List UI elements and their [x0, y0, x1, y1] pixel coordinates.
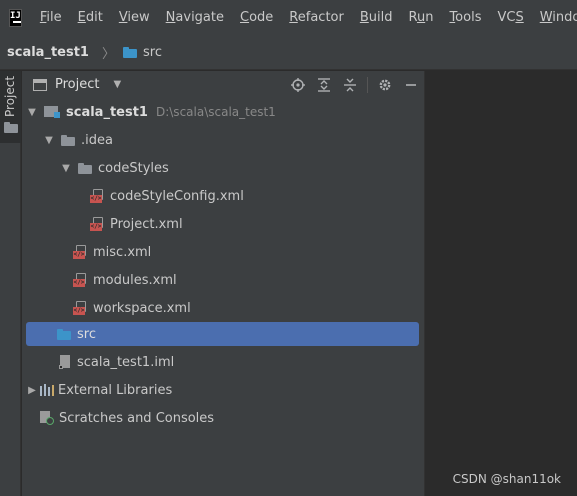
tree-node-modules-xml[interactable]: </> modules.xml — [22, 266, 425, 294]
tree-node-codestyleconfig-xml[interactable]: </> codeStyleConfig.xml — [22, 182, 425, 210]
menu-run[interactable]: Run — [400, 0, 441, 36]
tree-node-label: codeStyles — [98, 160, 169, 176]
scratches-icon — [40, 411, 54, 425]
navigation-bar: scala_test1 〉 src — [0, 36, 577, 70]
tree-node-iml[interactable]: scala_test1.iml — [22, 348, 425, 376]
xml-file-icon: </> — [73, 273, 87, 287]
source-folder-icon — [57, 328, 71, 340]
project-panel: Project ▼ ▼ scala_test1 D:\scala\scala_t… — [22, 71, 425, 496]
gear-icon[interactable] — [372, 71, 398, 98]
menu-navigate[interactable]: Navigate — [158, 0, 232, 36]
menu-bar: IJ File Edit View Navigate Code Refactor… — [0, 0, 577, 36]
chevron-right-icon[interactable]: ▶ — [26, 385, 38, 396]
xml-file-icon: </> — [73, 245, 87, 259]
tree-node-label: .idea — [81, 132, 113, 148]
tree-node-idea[interactable]: ▼ .idea — [22, 126, 425, 154]
locate-icon[interactable] — [285, 71, 311, 98]
chevron-down-icon[interactable]: ▼ — [43, 135, 55, 146]
tree-node-label: Project.xml — [110, 216, 183, 232]
project-panel-header: Project ▼ — [22, 71, 424, 98]
collapse-all-icon[interactable] — [337, 71, 363, 98]
tree-node-src[interactable]: src — [22, 320, 425, 348]
tree-node-label: modules.xml — [93, 272, 177, 288]
menu-code[interactable]: Code — [232, 0, 281, 36]
tree-node-scratches[interactable]: Scratches and Consoles — [22, 404, 425, 432]
chevron-down-icon[interactable]: ▼ — [26, 107, 38, 118]
tree-node-misc-xml[interactable]: </> misc.xml — [22, 238, 425, 266]
minimize-icon[interactable] — [398, 71, 424, 98]
expand-all-icon[interactable] — [311, 71, 337, 98]
menu-vcs[interactable]: VCS — [489, 0, 531, 36]
tree-node-path: D:\scala\scala_test1 — [155, 105, 276, 119]
tree-node-external-libraries[interactable]: ▶ External Libraries — [22, 376, 425, 404]
intellij-logo-icon: IJ — [9, 9, 22, 27]
window-icon — [33, 78, 47, 91]
panel-toolbar — [285, 71, 424, 98]
project-tool-tab-label: Project — [3, 75, 17, 117]
tree-node-label: misc.xml — [93, 244, 152, 260]
project-tool-tab[interactable]: Project — [0, 71, 21, 143]
chevron-down-icon[interactable]: ▼ — [113, 79, 121, 90]
tree-node-label: scala_test1.iml — [77, 354, 175, 370]
source-folder-icon — [123, 47, 137, 58]
xml-file-icon: </> — [73, 301, 87, 315]
xml-file-icon: </> — [90, 189, 104, 203]
tree-node-label: External Libraries — [58, 382, 173, 398]
tree-node-workspace-xml[interactable]: </> workspace.xml — [22, 294, 425, 322]
breadcrumb-separator: 〉 — [101, 47, 115, 62]
folder-icon — [78, 162, 92, 174]
menu-refactor[interactable]: Refactor — [281, 0, 352, 36]
tree-node-label: src — [77, 326, 96, 342]
project-view-selector[interactable]: Project — [55, 77, 99, 92]
tree-node-project-root[interactable]: ▼ scala_test1 D:\scala\scala_test1 — [22, 98, 425, 126]
menu-edit[interactable]: Edit — [70, 0, 111, 36]
watermark: CSDN @shan11ok — [452, 472, 561, 486]
breadcrumb-project[interactable]: scala_test1 — [7, 45, 89, 60]
menu-file[interactable]: File — [32, 0, 70, 36]
libraries-icon — [40, 384, 54, 396]
tree-node-project-xml[interactable]: </> Project.xml — [22, 210, 425, 238]
breadcrumb-src[interactable]: src — [143, 45, 162, 60]
tree-node-label: Scratches and Consoles — [59, 410, 215, 426]
folder-icon — [4, 122, 18, 133]
xml-file-icon: </> — [90, 217, 104, 231]
menu-build[interactable]: Build — [352, 0, 401, 36]
module-folder-icon — [44, 106, 60, 118]
folder-icon — [61, 134, 75, 146]
menu-window[interactable]: Window — [532, 0, 577, 36]
tree-node-label: workspace.xml — [93, 300, 191, 316]
chevron-down-icon[interactable]: ▼ — [60, 163, 72, 174]
tree-node-label: scala_test1 — [66, 104, 148, 120]
left-tool-strip: Project — [0, 71, 21, 496]
module-file-icon — [59, 355, 71, 369]
toolbar-divider — [367, 76, 368, 93]
tree-node-label: codeStyleConfig.xml — [110, 188, 244, 204]
menu-tools[interactable]: Tools — [441, 0, 489, 36]
tree-node-codestyles[interactable]: ▼ codeStyles — [22, 154, 425, 182]
menu-view[interactable]: View — [111, 0, 158, 36]
editor-area[interactable]: CSDN @shan11ok — [425, 71, 577, 496]
